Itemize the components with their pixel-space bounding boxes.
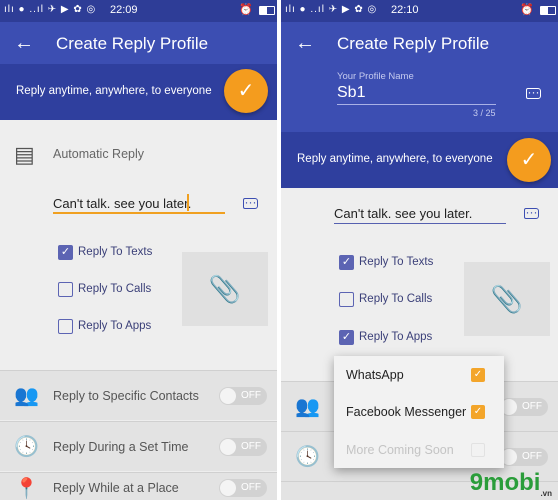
alarm-icon: ⏰ [239, 4, 253, 16]
paperclip-icon: 📎 [490, 284, 524, 314]
location-pin-icon: 📍 [14, 478, 39, 500]
status-bar: ılı ● ..ıl ✈ ▶ ✿ ◎ 22:09 ⏰ [0, 0, 277, 22]
keyboard-icon[interactable]: ··· [526, 86, 541, 99]
toggle-label: OFF [522, 401, 542, 412]
page-title: Create Reply Profile [337, 34, 490, 53]
profile-name-underline [337, 104, 496, 105]
facebook-messenger-checkbox[interactable]: ✓ [471, 405, 485, 419]
back-arrow-icon[interactable]: ← [14, 32, 34, 55]
toggle-label: OFF [241, 390, 261, 401]
profile-name-input[interactable]: Sb1 [337, 84, 365, 102]
paperclip-icon: 📎 [208, 274, 242, 304]
back-arrow-icon[interactable]: ← [295, 32, 315, 55]
keyboard-icon[interactable]: ··· [524, 206, 539, 219]
popup-item-more-coming-soon: More Coming Soon [346, 443, 454, 457]
banner-text: Reply anytime, anywhere, to everyone [297, 153, 493, 165]
toggle-label: OFF [241, 482, 261, 493]
popup-item-facebook-messenger[interactable]: Facebook Messenger [346, 405, 466, 419]
signal-icons: ılı ● ..ıl ✈ ▶ ✿ ◎ [285, 4, 378, 15]
clock-icon: 🕓 [295, 446, 320, 468]
battery-icon [540, 6, 556, 15]
save-check-button[interactable]: ✓ [507, 138, 551, 182]
popup-item-whatsapp[interactable]: WhatsApp [346, 368, 404, 382]
reply-calls-label: Reply To Calls [78, 283, 152, 295]
toggle-label: OFF [241, 441, 261, 452]
banner-text: Reply anytime, anywhere, to everyone [16, 85, 212, 97]
row-place[interactable]: 📍 Reply While at a Place OFF [0, 472, 277, 500]
attachment-button[interactable]: 📎 [464, 262, 550, 336]
right-screen: ılı ● ..ıl ✈ ▶ ✿ ◎ 22:10 ⏰ ← Create Repl… [281, 0, 558, 500]
toolbar: ← Create Reply Profile [0, 22, 277, 64]
reply-texts-label: Reply To Texts [78, 246, 153, 258]
page-title: Create Reply Profile [56, 34, 209, 53]
reply-apps-label: Reply To Apps [359, 331, 433, 343]
reply-calls-checkbox[interactable] [58, 282, 73, 297]
save-check-button[interactable]: ✓ [224, 69, 268, 113]
people-icon: 👥 [295, 396, 320, 418]
row-set-time[interactable]: 🕓 Reply During a Set Time OFF [0, 421, 277, 471]
reply-texts-label: Reply To Texts [359, 256, 434, 268]
alarm-icon: ⏰ [520, 4, 534, 16]
reply-texts-checkbox[interactable]: ✓ [339, 255, 354, 270]
status-time: 22:09 [110, 4, 138, 16]
toggle-switch[interactable]: OFF [500, 448, 548, 466]
toggle-switch[interactable]: OFF [500, 398, 548, 416]
message-input[interactable]: Can't talk. see you later. [334, 206, 472, 221]
reply-banner: Reply anytime, anywhere, to everyone ✓ [0, 64, 277, 120]
status-bar: ılı ● ..ıl ✈ ▶ ✿ ◎ 22:10 ⏰ [281, 0, 558, 22]
signal-icons: ılı ● ..ıl ✈ ▶ ✿ ◎ [4, 4, 97, 15]
status-time: 22:10 [391, 4, 419, 16]
row-label: Reply During a Set Time [53, 440, 189, 454]
left-screen: ılı ● ..ıl ✈ ▶ ✿ ◎ 22:09 ⏰ ← Create Repl… [0, 0, 277, 500]
text-cursor [187, 194, 189, 211]
clock-icon: 🕓 [14, 436, 39, 458]
reply-texts-checkbox[interactable]: ✓ [58, 245, 73, 260]
toggle-switch[interactable]: OFF [219, 438, 267, 456]
people-icon: 👥 [14, 385, 39, 407]
profile-name-label: Your Profile Name [337, 71, 414, 82]
apps-popup-menu: WhatsApp ✓ Facebook Messenger ✓ More Com… [334, 356, 504, 468]
battery-icon [259, 6, 275, 15]
reply-calls-checkbox[interactable] [339, 292, 354, 307]
message-underline [334, 223, 506, 224]
watermark-logo: 9mobi.vn [469, 469, 552, 498]
row-specific-contacts[interactable]: 👥 Reply to Specific Contacts OFF [0, 370, 277, 420]
message-underline [53, 212, 225, 214]
reply-banner: Reply anytime, anywhere, to everyone ✓ [281, 132, 558, 188]
toolbar: ← Create Reply Profile Your Profile Name… [281, 22, 558, 132]
reply-apps-checkbox[interactable] [58, 319, 73, 334]
attachment-button[interactable]: 📎 [182, 252, 268, 326]
char-counter: 3 / 25 [473, 108, 496, 118]
toggle-switch[interactable]: OFF [219, 479, 267, 497]
row-label: Reply While at a Place [53, 481, 179, 495]
reply-apps-checkbox[interactable]: ✓ [339, 330, 354, 345]
automatic-reply-label: Automatic Reply [53, 147, 145, 161]
whatsapp-checkbox[interactable]: ✓ [471, 368, 485, 382]
toggle-label: OFF [522, 451, 542, 462]
message-input[interactable]: Can't talk. see you later. [53, 196, 191, 211]
message-icon: ▤ [14, 142, 35, 167]
row-label: Reply to Specific Contacts [53, 389, 199, 403]
reply-calls-label: Reply To Calls [359, 293, 433, 305]
reply-apps-label: Reply To Apps [78, 320, 152, 332]
more-coming-soon-checkbox [471, 443, 485, 457]
keyboard-icon[interactable]: ··· [243, 196, 258, 209]
toggle-switch[interactable]: OFF [219, 387, 267, 405]
